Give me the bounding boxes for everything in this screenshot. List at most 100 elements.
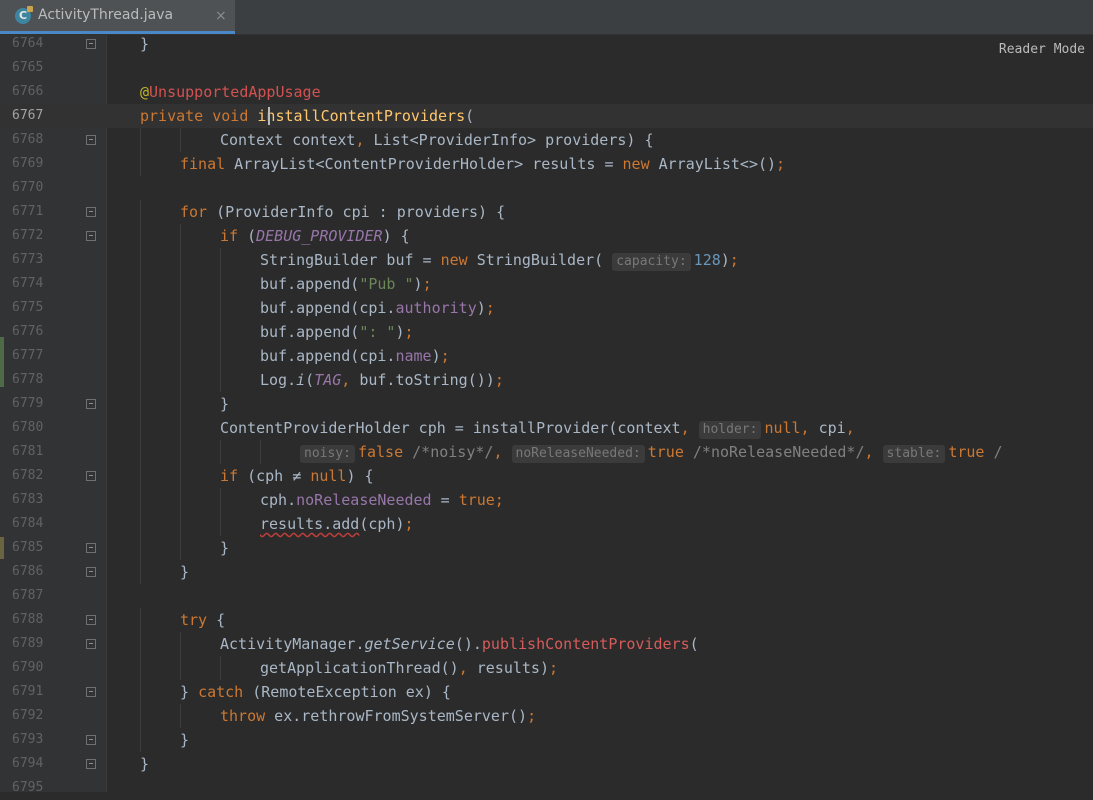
code-text[interactable]: }: [140, 752, 149, 776]
code-text[interactable]: cph.noReleaseNeeded = true;: [260, 488, 504, 512]
code-text[interactable]: @UnsupportedAppUsage: [140, 80, 321, 104]
code-line[interactable]: 6782 if (cph ≠ null) {: [0, 464, 1093, 488]
fold-icon[interactable]: [86, 471, 96, 481]
indent-guide: [180, 296, 181, 320]
fold-icon[interactable]: [86, 543, 96, 553]
code-text[interactable]: for (ProviderInfo cpi : providers) {: [180, 200, 505, 224]
code-editor[interactable]: 6764} 6765 6766 @UnsupportedAppUsage 6767 pri…: [0, 32, 1093, 800]
code-text[interactable]: if (cph ≠ null) {: [220, 464, 374, 488]
code-line[interactable]: 6773 StringBuilder buf = new StringBuilde…: [0, 248, 1093, 272]
code-text[interactable]: buf.append(cpi.name);: [260, 344, 450, 368]
code-text[interactable]: buf.append(cpi.authority);: [260, 296, 495, 320]
line-number: 6766: [12, 84, 44, 99]
code-line[interactable]: 6775 buf.append(cpi.authority);: [0, 296, 1093, 320]
fold-icon[interactable]: [86, 615, 96, 625]
code-line[interactable]: 6781 noisy: false /*noisy*/, noReleaseNeed…: [0, 440, 1093, 464]
code-line[interactable]: 6765: [0, 56, 1093, 80]
line-number: 6767: [12, 108, 44, 123]
code-text[interactable]: try {: [180, 608, 225, 632]
code-line[interactable]: 6788 try {: [0, 608, 1093, 632]
indent-guide: [140, 608, 141, 632]
code-line[interactable]: 6771 for (ProviderInfo cpi : providers) {: [0, 200, 1093, 224]
line-number: 6790: [12, 660, 44, 675]
code-text[interactable]: final ArrayList<ContentProviderHolder> r…: [180, 152, 785, 176]
code-text[interactable]: buf.append("Pub ");: [260, 272, 432, 296]
code-text[interactable]: if (DEBUG_PROVIDER) {: [220, 224, 410, 248]
indent-guide: [180, 272, 181, 296]
code-line[interactable]: 6776 buf.append(": ");: [0, 320, 1093, 344]
code-line[interactable]: 6793}: [0, 728, 1093, 752]
indent-guide: [140, 728, 141, 752]
code-line[interactable]: 6768 Context context, List<ProviderInfo> …: [0, 128, 1093, 152]
code-text[interactable]: } catch (RemoteException ex) {: [180, 680, 451, 704]
code-line[interactable]: 6769 final ArrayList<ContentProviderHolde…: [0, 152, 1093, 176]
code-line[interactable]: 6777 buf.append(cpi.name);: [0, 344, 1093, 368]
code-text[interactable]: Log.i(TAG, buf.toString());: [260, 368, 504, 392]
code-line[interactable]: 6787: [0, 584, 1093, 608]
code-text[interactable]: ActivityManager.getService().publishCont…: [220, 632, 699, 656]
indent-guide: [140, 200, 141, 224]
code-text[interactable]: private void installContentProviders(: [140, 104, 474, 128]
code-line[interactable]: 6767 private void installContentProviders…: [0, 104, 1093, 128]
line-number: 6791: [12, 684, 44, 699]
code-text[interactable]: Context context, List<ProviderInfo> prov…: [220, 128, 653, 152]
fold-icon[interactable]: [86, 39, 96, 49]
code-line[interactable]: 6795: [0, 776, 1093, 800]
line-number: 6793: [12, 732, 44, 747]
reader-mode-button[interactable]: Reader Mode: [999, 42, 1085, 57]
fold-icon[interactable]: [86, 207, 96, 217]
tab-activitythread[interactable]: C ActivityThread.java ×: [0, 0, 235, 34]
code-line[interactable]: 6792 throw ex.rethrowFromSystemServer();: [0, 704, 1093, 728]
code-line[interactable]: 6785}: [0, 536, 1093, 560]
indent-guide: [180, 416, 181, 440]
indent-guide: [180, 704, 181, 728]
fold-icon[interactable]: [86, 135, 96, 145]
code-line[interactable]: 6766 @UnsupportedAppUsage: [0, 80, 1093, 104]
fold-icon[interactable]: [86, 399, 96, 409]
code-text[interactable]: noisy: false /*noisy*/, noReleaseNeeded: t…: [300, 440, 1003, 464]
fold-icon[interactable]: [86, 567, 96, 577]
code-line[interactable]: 6764}: [0, 32, 1093, 56]
code-line[interactable]: 6778 Log.i(TAG, buf.toString());: [0, 368, 1093, 392]
fold-icon[interactable]: [86, 639, 96, 649]
code-line[interactable]: 6770: [0, 176, 1093, 200]
code-text[interactable]: }: [220, 392, 229, 416]
fold-icon[interactable]: [86, 759, 96, 769]
indent-guide: [140, 320, 141, 344]
code-line[interactable]: 6779}: [0, 392, 1093, 416]
fold-icon[interactable]: [86, 735, 96, 745]
code-text[interactable]: }: [180, 560, 189, 584]
code-text[interactable]: StringBuilder buf = new StringBuilder( c…: [260, 248, 739, 272]
code-text[interactable]: ContentProviderHolder cph = installProvi…: [220, 416, 855, 440]
line-number: 6773: [12, 252, 44, 267]
code-line[interactable]: 6772 if (DEBUG_PROVIDER) {: [0, 224, 1093, 248]
line-number: 6772: [12, 228, 44, 243]
code-line[interactable]: 6784 results.add(cph);: [0, 512, 1093, 536]
code-line[interactable]: 6789 ActivityManager.getService().publish…: [0, 632, 1093, 656]
code-line[interactable]: 6794}: [0, 752, 1093, 776]
code-line[interactable]: 6786}: [0, 560, 1093, 584]
code-text[interactable]: throw ex.rethrowFromSystemServer();: [220, 704, 536, 728]
indent-guide: [180, 368, 181, 392]
code-text[interactable]: getApplicationThread(), results);: [260, 656, 558, 680]
indent-guide: [180, 656, 181, 680]
line-number: 6787: [12, 588, 44, 603]
indent-guide: [180, 128, 181, 152]
fold-icon[interactable]: [86, 231, 96, 241]
code-text[interactable]: buf.append(": ");: [260, 320, 414, 344]
code-line[interactable]: 6783 cph.noReleaseNeeded = true;: [0, 488, 1093, 512]
indent-guide: [220, 656, 221, 680]
close-icon[interactable]: ×: [215, 8, 227, 24]
fold-icon[interactable]: [86, 687, 96, 697]
code-text[interactable]: }: [180, 728, 189, 752]
code-line[interactable]: 6790 getApplicationThread(), results);: [0, 656, 1093, 680]
indent-guide: [140, 152, 141, 176]
indent-guide: [140, 632, 141, 656]
code-text[interactable]: }: [140, 32, 149, 56]
code-line[interactable]: 6774 buf.append("Pub ");: [0, 272, 1093, 296]
indent-guide: [140, 272, 141, 296]
code-line[interactable]: 6791 } catch (RemoteException ex) {: [0, 680, 1093, 704]
code-text[interactable]: }: [220, 536, 229, 560]
code-line[interactable]: 6780 ContentProviderHolder cph = installP…: [0, 416, 1093, 440]
code-text[interactable]: results.add(cph);: [260, 512, 414, 536]
